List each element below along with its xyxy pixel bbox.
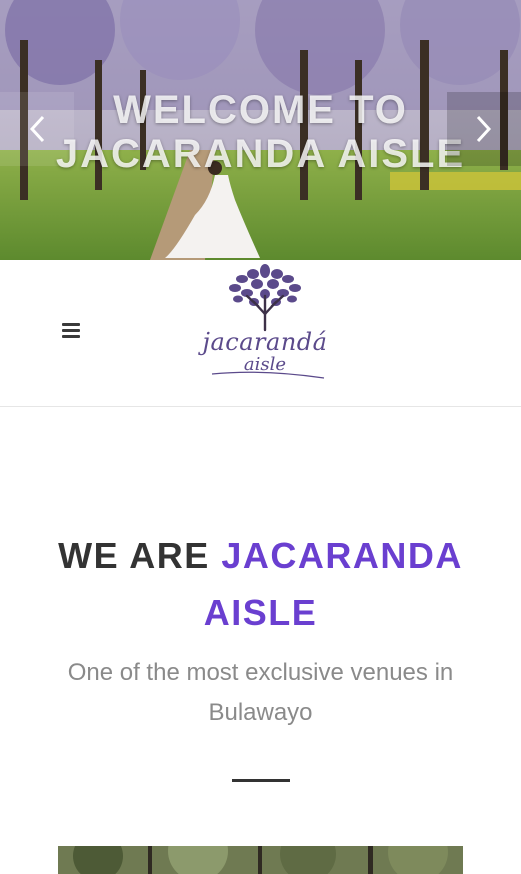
intro-heading: WE ARE JACARANDA AISLE: [51, 527, 471, 641]
logo-text-jacaranda: jacarandá: [202, 328, 328, 356]
slider-prev-button[interactable]: [0, 92, 74, 166]
intro-subtitle: One of the most exclusive venues in Bula…: [67, 659, 454, 726]
menu-toggle-button[interactable]: [62, 323, 82, 341]
logo-swoosh: [211, 371, 325, 379]
chevron-right-icon: [476, 115, 492, 143]
jacaranda-tree-icon: [229, 264, 301, 332]
slider-next-button[interactable]: [447, 92, 521, 166]
hero-title-line2: JACARANDA AISLE: [55, 132, 466, 176]
hero-slider: WELCOME TO JACARANDA AISLE: [0, 0, 521, 260]
intro-section: WE ARE JACARANDA AISLE One of the most e…: [0, 407, 521, 782]
hero-title-line1: WELCOME TO: [113, 88, 408, 132]
intro-heading-accent: JACARANDA AISLE: [203, 535, 463, 633]
gallery-image-preview: [58, 846, 463, 874]
section-divider: [231, 779, 290, 782]
site-header: jacarandá aisle: [0, 260, 521, 407]
hamburger-menu-icon: [62, 323, 82, 338]
chevron-left-icon: [29, 115, 45, 143]
site-logo[interactable]: jacarandá aisle: [202, 264, 328, 384]
hero-title: WELCOME TO JACARANDA AISLE: [0, 88, 521, 176]
intro-heading-prefix: WE ARE: [58, 535, 210, 576]
venue-photo: [58, 846, 463, 874]
